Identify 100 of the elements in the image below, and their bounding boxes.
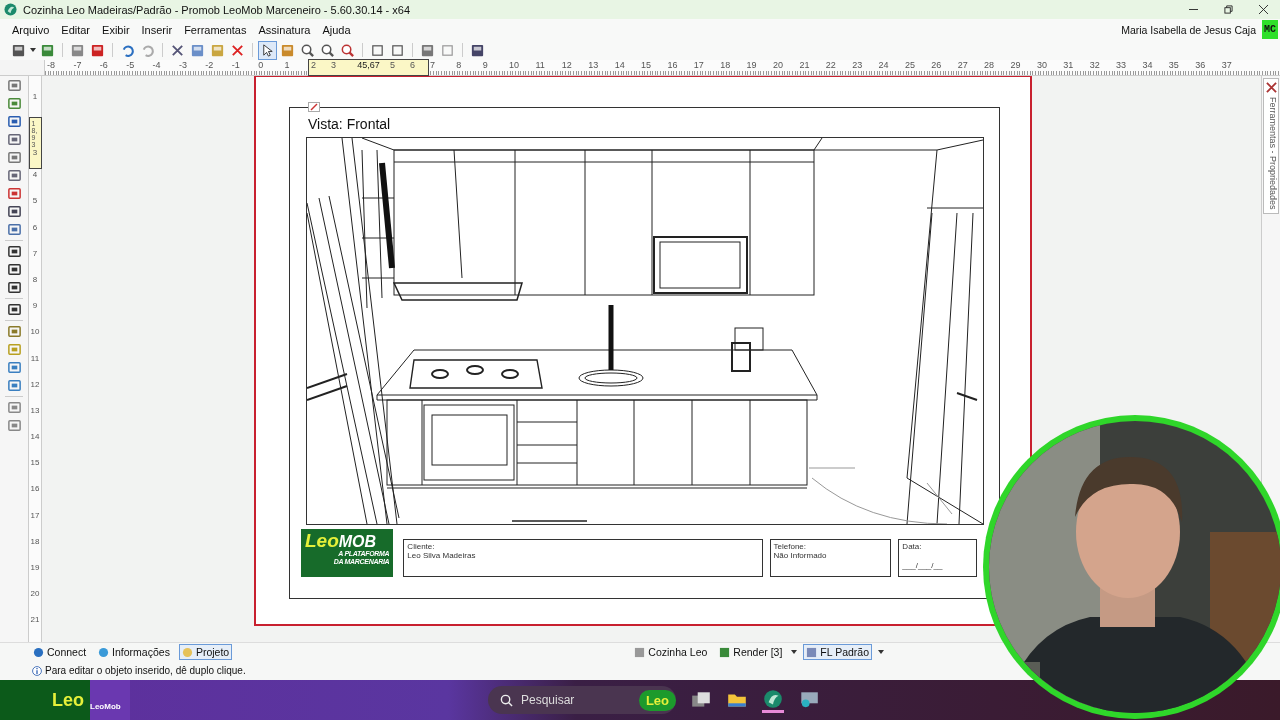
ruler-label: -1 xyxy=(230,60,241,72)
ruler-label: 6 xyxy=(32,222,38,234)
menu-item[interactable]: Assinatura xyxy=(252,23,317,36)
ruler-label: -5 xyxy=(125,60,136,72)
ruler-label: 31 xyxy=(1062,60,1075,72)
ruler-label: 11 xyxy=(534,60,546,72)
restore-icon[interactable] xyxy=(1224,5,1233,14)
app-icon xyxy=(4,3,17,16)
ruler-label: -6 xyxy=(98,60,109,72)
menu-item[interactable]: Inserir xyxy=(135,23,179,36)
close-icon[interactable] xyxy=(1259,5,1268,14)
ruler-label: 15 xyxy=(30,458,40,470)
panel-tab[interactable]: Connect xyxy=(30,644,90,660)
ruler-label: 20 xyxy=(30,589,40,601)
ruler-label: -7 xyxy=(72,60,83,72)
ruler-label: 12 xyxy=(30,379,40,391)
tab-icon xyxy=(719,646,731,658)
side-panel-tab[interactable]: Ferramentas - Propriedades xyxy=(1263,78,1279,214)
ruler-label: 7 xyxy=(428,60,436,72)
menu-item[interactable]: Arquivo xyxy=(6,23,56,36)
tab-icon xyxy=(33,646,44,658)
tab-icon xyxy=(98,646,110,658)
field-value: ___/___/__ xyxy=(902,561,944,570)
ruler-label: 26 xyxy=(930,60,943,72)
panel-tab[interactable]: Projeto xyxy=(178,644,233,660)
ruler-label: 25 xyxy=(903,60,916,72)
menu-item[interactable]: Ferramentas xyxy=(178,23,253,36)
ruler-label: 32 xyxy=(1088,60,1101,72)
ruler-label: -3 xyxy=(177,60,188,72)
menu-item[interactable]: Ajuda xyxy=(316,23,357,36)
pencil-icon[interactable] xyxy=(308,102,320,112)
user-name: Maria Isabella de Jesus Caja xyxy=(1121,23,1256,36)
field-label: Telefone: xyxy=(773,542,808,551)
ruler-label: 1 xyxy=(32,92,38,103)
dropdown-caret-icon[interactable] xyxy=(878,650,884,654)
ruler-label: 13 xyxy=(587,60,600,72)
field-value: Não Informado xyxy=(773,551,828,560)
dropdown-caret-icon[interactable] xyxy=(30,48,36,52)
ruler-label: 37 xyxy=(1220,60,1233,72)
menu-item[interactable]: Editar xyxy=(55,23,97,36)
search-badge: Leo xyxy=(638,689,676,711)
ruler-label: 3 xyxy=(329,60,337,72)
panel-tab[interactable]: Informações xyxy=(95,644,173,660)
logo-text: MOB xyxy=(338,534,377,550)
ruler-label: 10 xyxy=(30,327,40,339)
ruler-label: 14 xyxy=(613,60,626,72)
ruler-label: 9 xyxy=(32,301,38,313)
info-icon xyxy=(32,665,42,676)
user-avatar[interactable]: MC xyxy=(1262,20,1278,39)
field-label: Cliente: xyxy=(407,542,436,551)
view-tab[interactable]: Render [3] xyxy=(716,644,786,660)
ruler-label: 36 xyxy=(1194,60,1207,72)
window-title: Cozinha Leo Madeiras/Padrão - Promob LeoMob Marceneiro - 5.60.30.14 - x64 xyxy=(23,3,411,16)
ruler-label: 23 xyxy=(851,60,864,72)
ruler-label: 34 xyxy=(1141,60,1154,72)
brand-logo: Leo xyxy=(52,689,85,711)
field-label: Data: xyxy=(902,542,923,551)
ruler-label: -8 xyxy=(46,60,56,72)
logo-text: Leo xyxy=(305,531,339,550)
side-panel-title: Ferramentas - Propriedades xyxy=(1267,97,1277,210)
view-tab[interactable]: FL Padrão xyxy=(803,644,872,660)
ruler-label: 8 xyxy=(32,274,38,286)
ruler-label: 17 xyxy=(692,60,705,72)
ruler-label: 13 xyxy=(30,405,40,417)
ruler-label: 19 xyxy=(30,563,40,574)
ruler-label: 4 xyxy=(32,170,38,182)
ruler-label: 8 xyxy=(455,60,463,72)
ruler-reading: 45,67 xyxy=(356,60,381,72)
ruler-label: 20 xyxy=(772,60,784,72)
dropdown-caret-icon[interactable] xyxy=(791,650,798,654)
ruler-label: 29 xyxy=(1009,60,1022,72)
ruler-label: 7 xyxy=(32,248,38,260)
menu-item[interactable]: Exibir xyxy=(96,23,136,36)
tab-icon xyxy=(181,646,193,658)
ruler-label: 12 xyxy=(560,60,573,72)
ruler-label: 10 xyxy=(508,60,521,72)
ruler-label: 33 xyxy=(1115,60,1128,72)
ruler-label: 14 xyxy=(30,432,40,444)
app-icon[interactable] xyxy=(762,687,784,713)
search-field[interactable]: Pesquisar xyxy=(519,692,623,708)
ruler-label: 35 xyxy=(1167,60,1180,72)
ruler-label: 16 xyxy=(30,484,40,496)
ruler-label: 24 xyxy=(877,60,890,72)
ruler-label: 9 xyxy=(481,60,489,72)
tab-icon xyxy=(634,646,646,658)
ruler-label: -4 xyxy=(151,60,162,72)
ruler-label: 6 xyxy=(408,60,416,72)
ruler-label: 18 xyxy=(30,536,40,548)
ruler-label: 1 xyxy=(283,60,291,72)
ruler-label: 30 xyxy=(1035,60,1048,72)
ruler-label: 22 xyxy=(824,60,837,72)
view-tab[interactable]: Cozinha Leo xyxy=(631,644,711,660)
ruler-label: 28 xyxy=(983,60,996,72)
ruler-label: 5 xyxy=(388,60,396,72)
tab-icon xyxy=(806,646,818,658)
pointer-icon[interactable] xyxy=(259,41,276,59)
ruler-label: 17 xyxy=(30,510,40,522)
ruler-label: 16 xyxy=(666,60,679,72)
ruler-label: 27 xyxy=(956,60,969,72)
field-value: Leo Silva Madeiras xyxy=(407,551,477,560)
